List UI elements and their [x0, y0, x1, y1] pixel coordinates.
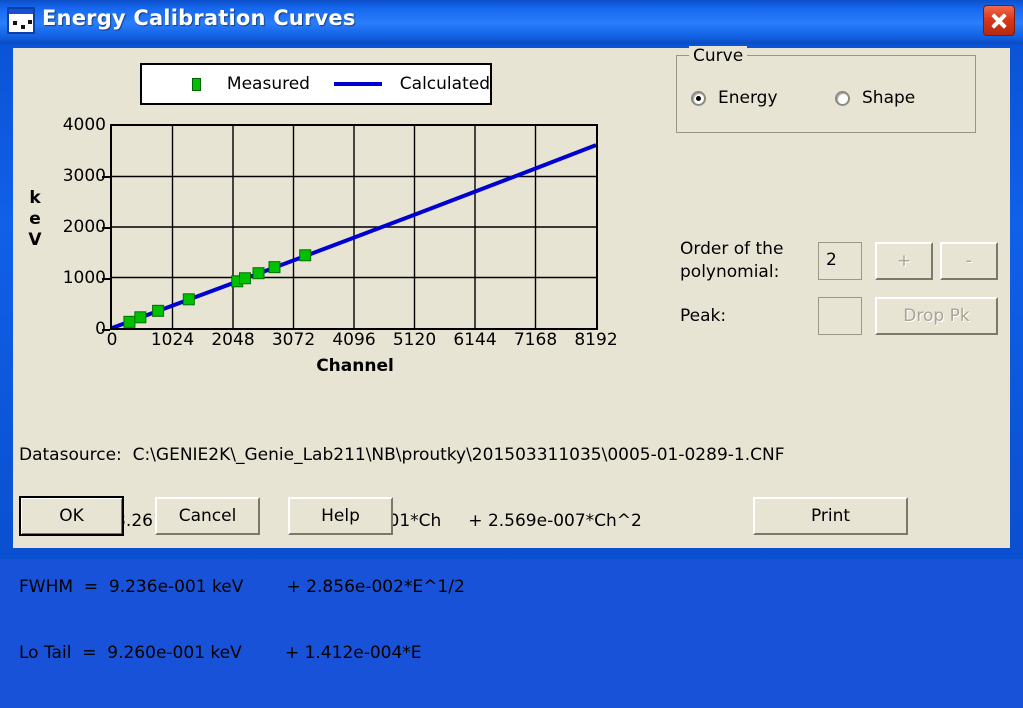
- calibration-chart: 4000 3000 2000 1000 0 keV 0 1024 2048 3072 4…: [13, 108, 633, 383]
- cancel-button[interactable]: Cancel: [155, 497, 260, 535]
- y-tick-label: 4000: [62, 115, 106, 135]
- measured-data-point: [299, 249, 312, 262]
- x-tick-label: 3072: [271, 330, 316, 350]
- x-tick-label: 8192: [574, 330, 618, 350]
- x-tick-label: 7168: [513, 330, 558, 350]
- increase-order-button[interactable]: +: [875, 242, 933, 280]
- legend-measured-label: Measured: [226, 74, 310, 94]
- x-axis-title: Channel: [316, 356, 394, 376]
- measured-data-point: [238, 272, 251, 285]
- title-bar: Energy Calibration Curves: [0, 0, 1023, 44]
- polynomial-order-label-line1: Order of the: [680, 239, 784, 259]
- polynomial-order-label-line2: polynomial:: [680, 262, 780, 282]
- radio-energy-indicator[interactable]: [691, 90, 706, 106]
- window-title: Energy Calibration Curves: [42, 6, 356, 30]
- lotail-equation-line: Lo Tail = 9.260e-001 keV + 1.412e-004*E: [19, 643, 422, 663]
- spectrum-window-icon: [7, 7, 35, 34]
- polynomial-order-input[interactable]: 2: [818, 242, 862, 280]
- radio-shape[interactable]: Shape: [835, 88, 915, 108]
- chart-legend: Measured Calculated: [140, 63, 492, 105]
- peak-input[interactable]: [818, 297, 862, 335]
- decrease-order-button[interactable]: -: [940, 242, 998, 280]
- drop-pk-button[interactable]: Drop Pk: [875, 297, 998, 335]
- radio-shape-indicator[interactable]: [835, 90, 850, 106]
- print-button[interactable]: Print: [753, 497, 908, 535]
- peak-label: Peak:: [680, 306, 727, 326]
- x-tick-label: 5120: [392, 330, 437, 350]
- measured-data-point: [268, 261, 281, 274]
- radio-shape-label: Shape: [862, 88, 916, 108]
- legend-measured-swatch: [192, 77, 201, 91]
- measured-data-point: [134, 311, 147, 324]
- help-button[interactable]: Help: [288, 497, 393, 535]
- datasource-line: Datasource: C:\GENIE2K\_Genie_Lab211\NB\…: [19, 445, 785, 465]
- energy-calibration-window: Energy Calibration Curves Measured Calcu…: [0, 0, 1023, 663]
- fwhm-equation-line: FWHM = 9.236e-001 keV + 2.856e-002*E^1/2: [19, 577, 465, 597]
- radio-energy-label: Energy: [718, 88, 778, 108]
- close-icon[interactable]: [983, 5, 1015, 36]
- x-tick-label: 6144: [453, 330, 497, 350]
- measured-data-point: [123, 315, 136, 328]
- legend-calculated-label: Calculated: [399, 74, 490, 94]
- legend-calculated-swatch: [333, 82, 382, 86]
- x-axis-ticks: 0 1024 2048 3072 4096 5120 6144 7168 8192: [106, 330, 618, 356]
- measured-data-point: [182, 293, 195, 306]
- calibration-info: Datasource: C:\GENIE2K\_Genie_Lab211\NB\…: [19, 400, 999, 708]
- plot-svg: [112, 126, 596, 328]
- radio-energy[interactable]: Energy: [691, 88, 778, 108]
- y-tick-label: 3000: [62, 166, 106, 186]
- plot-area: [110, 124, 598, 330]
- ok-button[interactable]: OK: [19, 496, 124, 536]
- curve-group-box: Curve Energy Shape: [676, 46, 976, 133]
- y-tick-label: 2000: [62, 217, 106, 237]
- x-tick-label: 1024: [150, 330, 195, 350]
- y-tick-label: 1000: [62, 268, 106, 288]
- x-tick-label: 0: [106, 330, 118, 350]
- measured-data-point: [252, 267, 265, 280]
- x-tick-label: 2048: [211, 330, 255, 350]
- y-axis-title: keV: [28, 188, 42, 250]
- measured-data-point: [152, 304, 165, 317]
- dialog-client-area: Measured Calculated 4000 3000 2000 1000 …: [13, 46, 1010, 663]
- polynomial-order-label: Order of the polynomial:: [680, 238, 820, 284]
- curve-group-title: Curve: [689, 46, 748, 66]
- x-tick-label: 4096: [332, 330, 376, 350]
